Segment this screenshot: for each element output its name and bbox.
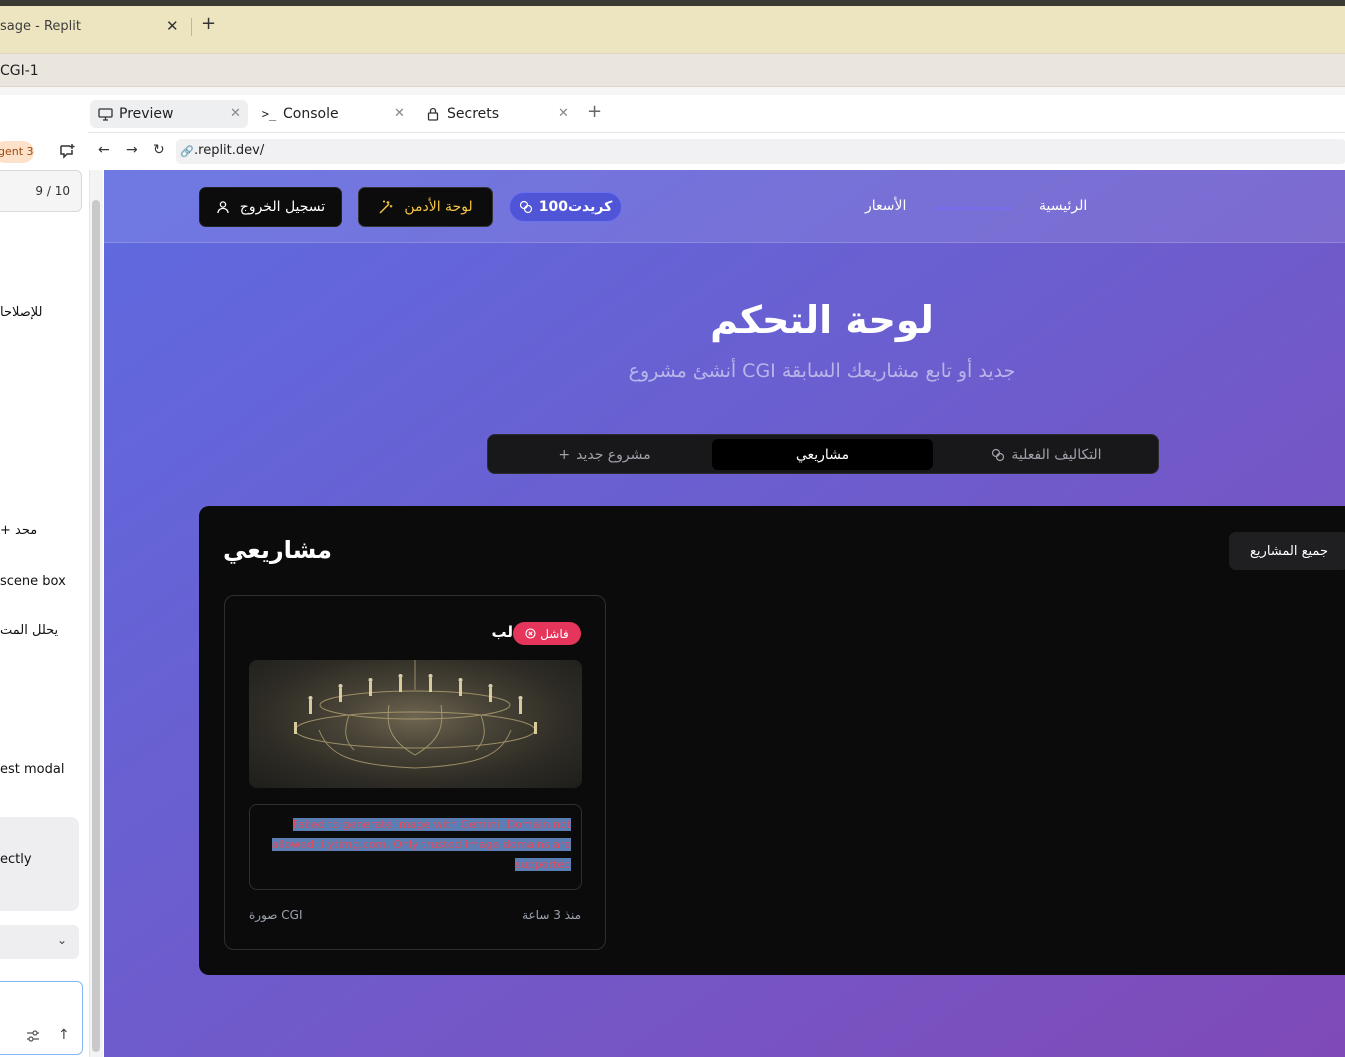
app-header: تسجيل الخروج لوحة الأدمن 100كريدت الأسعا… [104, 170, 1345, 243]
logout-label: تسجيل الخروج [239, 199, 326, 215]
tab-my-projects[interactable]: مشاريعي [712, 439, 933, 470]
new-chat-icon[interactable] [58, 142, 76, 160]
link-icon: 🔗 [180, 145, 194, 158]
tab-console[interactable]: >_ Console [254, 100, 404, 128]
tab-label: Preview [119, 106, 174, 122]
workspace-tabs: Preview ✕ >_ Console ✕ Secrets ✕ + [88, 95, 1345, 133]
chat-line: ectly [0, 852, 32, 867]
plus-icon: + [558, 446, 571, 463]
counter-text: 9 / 10 [35, 184, 70, 198]
error-message-text: Failed to generate image with Gemini: Do… [271, 818, 571, 871]
magic-wand-icon [379, 200, 393, 214]
chevron-down-icon[interactable]: ⌄ [57, 933, 67, 947]
app-preview: تسجيل الخروج لوحة الأدمن 100كريدت الأسعا… [104, 170, 1345, 1057]
tab-label: Secrets [447, 106, 500, 122]
tab-label: مشروع جديد [576, 446, 651, 463]
error-message: Failed to generate image with Gemini: Do… [266, 815, 571, 875]
sliders-icon[interactable] [26, 1030, 40, 1042]
tab-divider [191, 18, 192, 36]
page-title: لوحة التحكم [710, 298, 934, 342]
browser-address-text: CGI-1 [0, 63, 39, 79]
admin-label: لوحة الأدمن [404, 199, 473, 215]
preview-url-text: .replit.dev/ [194, 143, 265, 158]
reload-icon[interactable]: ↻ [153, 143, 165, 157]
error-message-box: Failed to generate image with Gemini: Do… [249, 804, 582, 890]
user-icon [217, 201, 229, 214]
project-name: لب [491, 623, 513, 641]
chandelier-image [294, 660, 537, 769]
browser-address-bar[interactable]: CGI-1 [0, 53, 1345, 87]
x-circle-icon [525, 628, 536, 639]
tab-new-project[interactable]: + مشروع جديد [494, 439, 715, 470]
logout-button[interactable]: تسجيل الخروج [199, 187, 342, 227]
lock-icon [425, 106, 441, 122]
tab-label: التكاليف الفعلية [1011, 446, 1102, 463]
preview-url-field[interactable] [176, 139, 1345, 164]
project-thumbnail[interactable] [249, 660, 582, 788]
send-arrow-icon[interactable]: ↑ [58, 1027, 70, 1043]
projects-heading: مشاريعي [223, 536, 332, 564]
chat-line: يحلل المت [0, 623, 59, 638]
project-filter-select[interactable]: جميع المشاريع [1229, 532, 1345, 570]
close-tab-icon[interactable]: ✕ [394, 106, 405, 121]
dashboard-tabs: + مشروع جديد مشاريعي التكاليف الفعلية [487, 434, 1159, 474]
add-tab-icon[interactable]: + [587, 103, 602, 121]
scrollbar-thumb[interactable] [92, 200, 100, 1052]
browser-tab[interactable]: sage - Replit ✕ [0, 6, 190, 47]
terminal-icon: >_ [261, 107, 277, 121]
credits-badge[interactable]: 100كريدت [509, 192, 622, 222]
project-time: منذ 3 ساعة [522, 908, 581, 922]
tab-secrets[interactable]: Secrets [418, 100, 568, 128]
project-type: صورة CGI [249, 908, 303, 922]
nav-pricing[interactable]: الأسعار [865, 198, 906, 214]
nav-hidden-item[interactable] [934, 207, 1012, 210]
page-subtitle: أنشئ مشروع CGI جديد أو تابع مشاريعك السا… [628, 360, 1016, 382]
tab-actual-costs[interactable]: التكاليف الفعلية [936, 439, 1157, 470]
status-label: فاشل [540, 626, 569, 641]
tab-label: مشاريعي [795, 446, 850, 463]
model-select[interactable] [0, 925, 79, 959]
tab-label: Console [283, 106, 339, 122]
close-tab-icon[interactable]: ✕ [166, 17, 179, 35]
chat-line: + محد [0, 523, 38, 538]
close-tab-icon[interactable]: ✕ [230, 106, 241, 121]
credits-label: 100كريدت [538, 199, 613, 215]
chat-line: للإصلاحا [0, 305, 43, 320]
admin-panel-button[interactable]: لوحة الأدمن [358, 187, 493, 227]
chat-input[interactable] [0, 981, 83, 1055]
monitor-icon [97, 106, 113, 122]
tab-preview[interactable]: Preview [90, 100, 248, 128]
project-card[interactable]: لب فاشل Failed to generate image with Ge… [224, 595, 606, 950]
checkpoint-counter: 9 / 10 [0, 170, 82, 212]
status-badge: فاشل [513, 622, 581, 645]
chat-line: est modal [0, 762, 65, 777]
agent-badge[interactable]: gent 3 [0, 141, 34, 163]
projects-panel: مشاريعي جميع المشاريع لب فاشل Failed to … [199, 506, 1345, 975]
nav-home[interactable]: الرئيسية [1039, 198, 1087, 214]
chrome-gap [0, 87, 1345, 95]
new-tab-icon[interactable]: + [201, 15, 216, 33]
chat-line: scene box [0, 574, 66, 589]
preview-nav-bar: ← → ↻ 🔗 .replit.dev/ [88, 133, 1345, 170]
coins-icon [992, 448, 1005, 461]
browser-tab-title: sage - Replit [0, 19, 81, 34]
agent-chat-panel: gent 3 9 / 10 للإصلاحا + محد scene box ي… [0, 95, 88, 1057]
back-arrow-icon[interactable]: ← [98, 143, 110, 157]
coins-icon [519, 200, 532, 214]
close-tab-icon[interactable]: ✕ [558, 106, 569, 121]
forward-arrow-icon[interactable]: → [126, 143, 138, 157]
